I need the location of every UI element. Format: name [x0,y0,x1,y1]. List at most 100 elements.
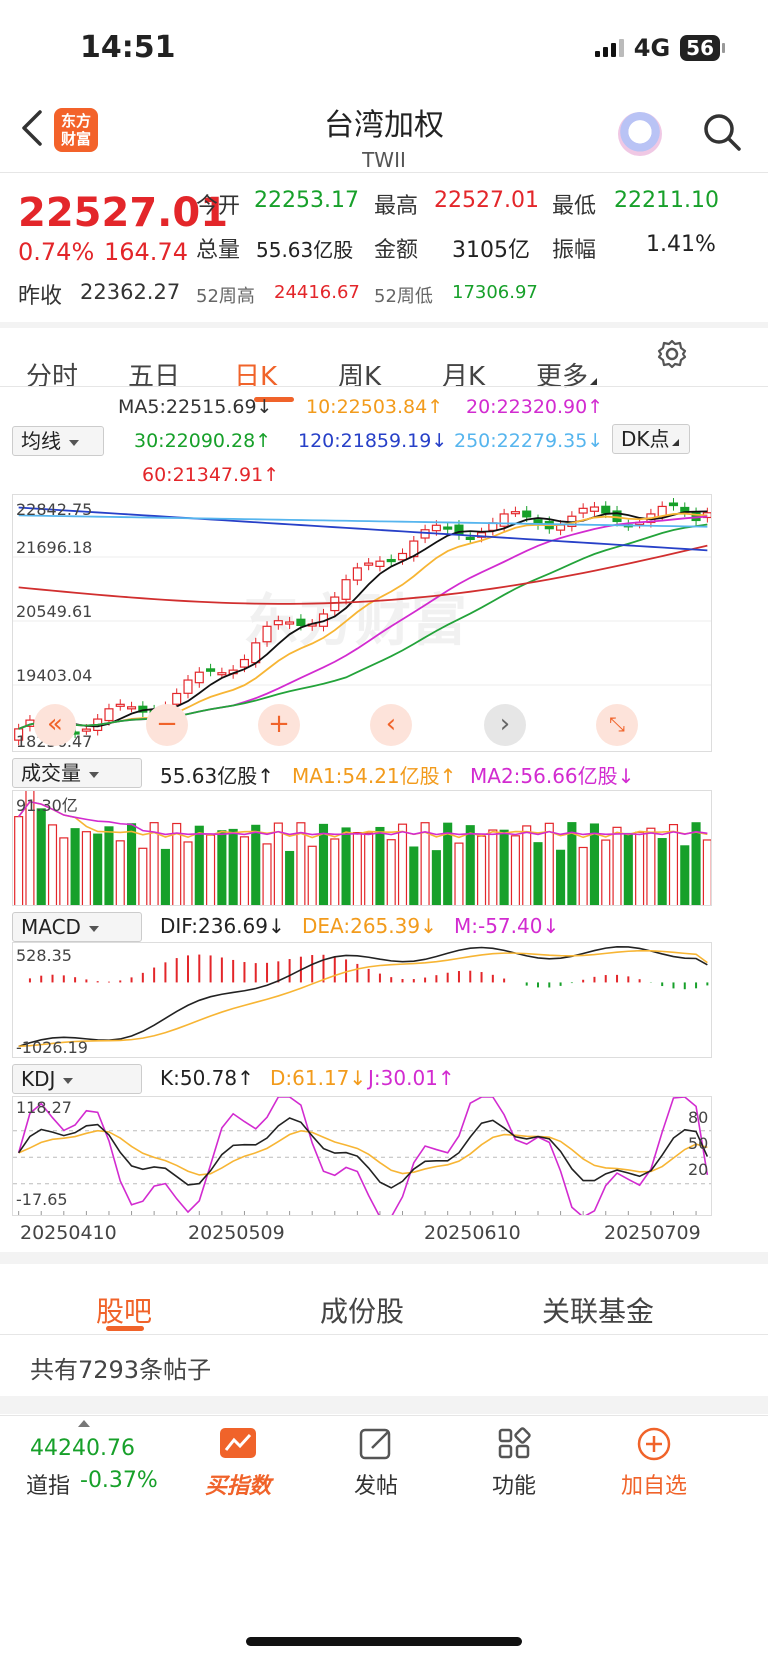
volume-bar [47,824,58,905]
assistant-robot-icon[interactable] [618,112,662,156]
edit-icon [359,1428,391,1460]
volume-bar [14,816,24,905]
active-subtab-indicator [106,1326,144,1331]
tab-intraday[interactable]: 分时 [26,356,78,393]
volume-bar [454,842,464,905]
tab-five-day[interactable]: 五日 [128,356,180,393]
expand-up-icon[interactable] [78,1420,90,1427]
volume-bar [431,850,441,905]
dk-point-button[interactable]: DK点 [612,424,690,454]
kdj-level-label: 20 [688,1160,709,1179]
candle-body [578,507,588,514]
volume-bar [341,827,351,905]
volume-bar [149,822,159,905]
network-label: 4G [633,34,671,62]
macd-chart[interactable] [12,942,712,1058]
candle-body [273,620,283,626]
ticker-name[interactable]: 道指 [26,1468,70,1500]
volume-bar [228,828,238,905]
tab-weekly-k[interactable]: 周K [338,356,381,393]
candle-body [397,552,408,561]
settings-gear-icon[interactable] [656,338,688,370]
volume-axis-max: 91.30亿 [16,796,78,815]
volume-bar [59,837,69,905]
functions-button[interactable]: 功能 [472,1426,556,1500]
volume-bar [386,839,396,905]
tab-daily-k[interactable]: 日K [234,356,277,393]
candle-body [115,703,125,707]
zoom-in-button[interactable]: + [258,704,300,746]
volume-bar [578,846,588,905]
volume-bar [612,826,622,905]
macd-axis-max: 528.35 [16,946,72,965]
ma60-value: 60:21347.91↑ [142,464,280,486]
indicator-select[interactable]: 均线 [12,426,104,456]
kdj-indicator-select[interactable]: KDJ [12,1064,142,1094]
volume-bar [567,822,577,905]
candle-body [431,524,441,532]
zoom-out-button[interactable]: − [146,704,188,746]
date-axis-label: 20250410 [20,1222,117,1244]
candle-body [386,558,396,563]
search-icon[interactable] [702,112,742,152]
tab-monthly-k[interactable]: 月K [442,356,485,393]
volume-bar [70,828,80,905]
volume-bar [533,842,543,905]
volume-bar [206,834,216,905]
week52-low-value: 17306.97 [452,282,538,303]
low-label: 最低 [552,194,597,219]
tab-components[interactable]: 成份股 [320,1290,404,1330]
week52-high-label: 52周高 [196,286,255,307]
macd-dif-line [18,946,708,1048]
volume-bar [691,822,701,905]
date-axis-label: 20250509 [188,1222,285,1244]
tab-related-funds[interactable]: 关联基金 [542,1290,654,1330]
candle-body [589,506,600,512]
ma10-value: 10:22503.84↑ [306,396,444,418]
volume-bar [273,822,283,905]
volume-bar [556,849,566,905]
volume-bar [307,845,317,905]
volume-bar [262,843,272,905]
amount-label: 金额 [374,238,419,263]
tab-more[interactable]: 更多 [536,356,598,393]
candle-body [465,536,475,541]
kdj-level-label: 50 [688,1134,709,1153]
week52-low-label: 52周低 [374,286,433,307]
volume-bar [126,823,137,905]
macd-indicator-select[interactable]: MACD [12,912,142,942]
candle-body [522,510,532,518]
volume-indicator-select[interactable]: 成交量 [12,758,142,788]
candle-body [104,708,114,722]
buy-index-button[interactable]: 买指数 [196,1426,280,1500]
ticker-change[interactable]: -0.37% [80,1468,158,1493]
scroll-right-button[interactable]: › [484,704,526,746]
volume-bar [364,832,374,905]
post-count: 共有7293条帖子 [30,1356,212,1384]
add-watchlist-button[interactable]: 加自选 [612,1426,696,1500]
volume-bar [93,833,103,905]
volume-bar [115,840,125,905]
kdj-d-label: D:61.17↓ [270,1066,367,1090]
volume-bar [420,822,430,905]
post-button[interactable]: 发帖 [334,1426,418,1500]
macd-dea-line [18,949,708,1048]
macd-m-label: M:-57.40↓ [454,914,560,938]
prev-close-label: 昨收 [18,284,63,309]
fullscreen-icon[interactable]: ⤡ [596,704,638,746]
ticker-value[interactable]: 44240.76 [30,1436,135,1461]
volume-bar [702,839,711,905]
status-time: 14:51 [80,30,176,65]
scroll-left-fast-button[interactable]: « [34,704,76,746]
scroll-left-button[interactable]: ‹ [370,704,412,746]
tab-stock-forum[interactable]: 股吧 [96,1290,152,1330]
kdj-j-line [17,1097,709,1215]
kdj-chart[interactable] [12,1096,712,1216]
volume-bar [285,850,295,905]
macd-axis-min: -1026.19 [16,1038,88,1057]
volume-bar [488,829,498,905]
change-pct: 0.74% [18,238,95,266]
volume-chart[interactable] [12,790,712,906]
volume-bar [375,826,385,905]
chevron-down-icon [88,925,99,932]
